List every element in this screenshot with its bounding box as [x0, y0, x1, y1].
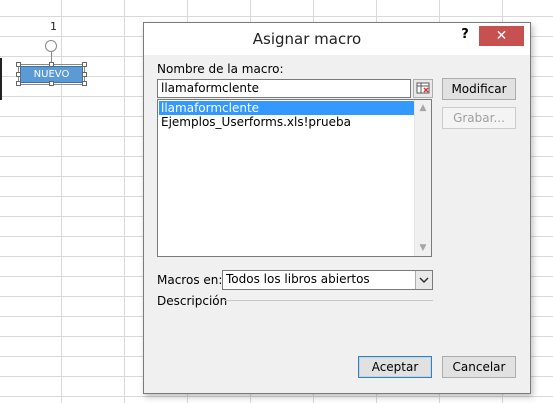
close-button[interactable]: ✕: [479, 26, 524, 46]
resize-handle-top[interactable]: [49, 62, 54, 67]
scroll-down-arrow-icon[interactable]: ▼: [417, 242, 429, 254]
macros-in-label: Macros en:: [157, 273, 223, 287]
help-button[interactable]: ?: [458, 27, 472, 45]
assign-macro-dialog: Asignar macro ? ✕ Nombre de la macro: ll…: [143, 22, 531, 394]
resize-handle-top-left[interactable]: [16, 62, 21, 67]
macros-in-select[interactable]: Todos los libros abiertos: [222, 270, 433, 290]
resize-handle-top-right[interactable]: [82, 62, 87, 67]
modify-button[interactable]: Modificar: [442, 78, 516, 100]
list-item[interactable]: llamaformclente: [159, 101, 415, 115]
resize-handle-bottom-right[interactable]: [82, 81, 87, 86]
accept-button[interactable]: Aceptar: [358, 356, 432, 378]
resize-handle-right[interactable]: [82, 72, 87, 77]
close-icon: ✕: [495, 28, 508, 44]
chevron-down-icon: [419, 277, 429, 284]
combo-dropdown-button[interactable]: [415, 271, 432, 289]
resize-handle-bottom[interactable]: [49, 81, 54, 86]
cancel-button[interactable]: Cancelar: [442, 356, 516, 378]
resize-handle-left[interactable]: [16, 72, 21, 77]
row-number-label: 1: [50, 20, 57, 33]
resize-handle-bottom-left[interactable]: [16, 81, 21, 86]
range-select-button[interactable]: [413, 79, 433, 98]
macros-in-value: Todos los libros abiertos: [226, 272, 370, 286]
range-select-icon: [416, 82, 430, 94]
rotate-handle-icon[interactable]: [45, 40, 57, 52]
list-item[interactable]: Ejemplos_Userforms.xls!prueba: [159, 115, 353, 129]
listbox-scrollbar[interactable]: ▲ ▼: [414, 100, 431, 256]
macro-name-input[interactable]: llamaformclente: [157, 79, 411, 98]
dialog-title: Asignar macro: [252, 30, 362, 48]
row-header-edge: [0, 58, 2, 100]
description-divider: [224, 300, 433, 301]
record-button[interactable]: Grabar...: [442, 107, 516, 129]
scroll-up-arrow-icon[interactable]: ▲: [417, 102, 429, 114]
dialog-titlebar[interactable]: Asignar macro ? ✕: [144, 23, 530, 55]
macro-listbox[interactable]: llamaformclente Ejemplos_Userforms.xls!p…: [157, 99, 432, 257]
macro-name-label: Nombre de la macro:: [157, 62, 284, 76]
description-label: Descripción: [157, 294, 228, 308]
